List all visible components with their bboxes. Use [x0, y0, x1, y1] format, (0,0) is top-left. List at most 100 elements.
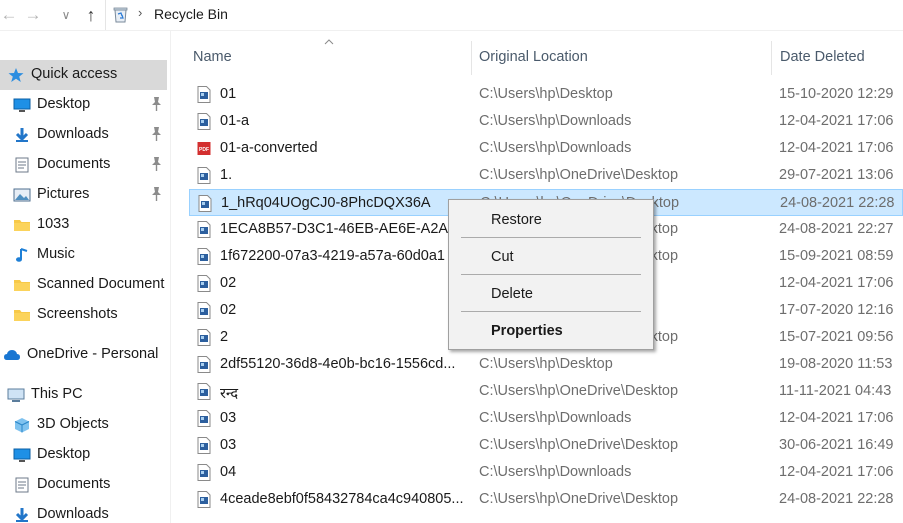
sidebar-item-scanned-document[interactable]: Scanned Document — [0, 270, 167, 300]
sidebar-item-pictures[interactable]: Pictures — [0, 180, 167, 210]
file-date-deleted: 30-06-2021 16:49 — [779, 437, 894, 453]
file-row[interactable]: 4ceade8ebf0f58432784ca4c940805... C:\User… — [189, 486, 903, 513]
menu-separator — [461, 274, 641, 275]
file-name: 01-a — [220, 113, 250, 129]
file-original-location: C:\Users\hp\Desktop — [479, 86, 613, 102]
file-row[interactable]: 01 C:\Users\hp\Desktop 15-10-2020 12:29 — [189, 81, 903, 108]
sidebar-item-documents[interactable]: Documents — [0, 470, 167, 500]
menu-item-properties[interactable]: Properties — [450, 317, 652, 345]
file-date-deleted: 11-11-2021 04:43 — [779, 383, 892, 399]
sidebar-item-3d-objects[interactable]: 3D Objects — [0, 410, 167, 440]
pictures-icon — [13, 187, 31, 203]
download-icon — [13, 507, 31, 523]
address-bar-area: ← → ∨ ↑ › Recycle Bin — [0, 0, 903, 31]
sidebar-item-desktop[interactable]: Desktop — [0, 440, 167, 470]
file-name: 1. — [220, 167, 233, 183]
cloud-icon — [3, 347, 21, 363]
image-file-icon — [197, 464, 211, 481]
pin-icon[interactable] — [149, 126, 163, 142]
recycle-bin-icon — [113, 7, 128, 23]
file-date-deleted: 15-09-2021 08:59 — [779, 248, 894, 264]
file-name: 02 — [220, 302, 237, 318]
sidebar-item-label: Documents — [37, 476, 111, 492]
file-date-deleted: 24-08-2021 22:27 — [779, 221, 894, 237]
breadcrumb-recycle-bin[interactable]: Recycle Bin — [154, 6, 228, 22]
folder-icon — [13, 307, 31, 323]
context-menu: Restore Cut Delete Properties — [448, 199, 654, 350]
sidebar-item-documents[interactable]: Documents — [0, 150, 167, 180]
file-original-location: C:\Users\hp\Downloads — [479, 410, 632, 426]
sidebar-item-1033[interactable]: 1033 — [0, 210, 167, 240]
up-button[interactable]: ↑ — [80, 4, 102, 26]
sidebar-item-label: Desktop — [37, 96, 91, 112]
pdf-file-icon: PDF — [197, 140, 211, 157]
file-row[interactable]: PDF 01-a-converted C:\Users\hp\Downloads 12… — [189, 135, 903, 162]
file-row[interactable]: 01-a C:\Users\hp\Downloads 12-04-2021 17:0… — [189, 108, 903, 135]
file-name: 1f672200-07a3-4219-a57a-60d0a1 — [220, 248, 445, 264]
sidebar-item-desktop[interactable]: Desktop — [0, 90, 167, 120]
folder-icon — [13, 277, 31, 293]
file-date-deleted: 24-08-2021 22:28 — [780, 195, 895, 211]
file-original-location: C:\Users\hp\OneDrive\Desktop — [479, 491, 679, 507]
column-divider[interactable] — [471, 41, 472, 75]
file-date-deleted: 12-04-2021 17:06 — [779, 464, 894, 480]
column-header-original-location[interactable]: Original Location — [479, 49, 588, 65]
menu-item-restore[interactable]: Restore — [450, 206, 652, 234]
file-name: 2df55120-36d8-4e0b-bc16-1556cd... — [220, 356, 456, 372]
image-file-icon — [198, 195, 212, 212]
file-name: 01 — [220, 86, 237, 102]
pin-icon[interactable] — [149, 186, 163, 202]
menu-item-cut[interactable]: Cut — [450, 243, 652, 271]
file-row[interactable]: 1. C:\Users\hp\OneDrive\Desktop 29-07-2021… — [189, 162, 903, 189]
file-name: 02 — [220, 275, 237, 291]
pin-icon[interactable] — [149, 96, 163, 112]
file-row[interactable]: 04 C:\Users\hp\Downloads 12-04-2021 17:06 — [189, 459, 903, 486]
menu-item-delete[interactable]: Delete — [450, 280, 652, 308]
sidebar-item-screenshots[interactable]: Screenshots — [0, 300, 167, 330]
file-name: 01-a-converted — [220, 140, 318, 156]
sidebar-item-downloads[interactable]: Downloads — [0, 500, 167, 523]
sidebar-item-music[interactable]: Music — [0, 240, 167, 270]
image-file-icon — [197, 491, 211, 508]
file-date-deleted: 15-07-2021 09:56 — [779, 329, 894, 345]
file-row[interactable]: 2df55120-36d8-4e0b-bc16-1556cd... C:\User… — [189, 351, 903, 378]
sort-ascending-icon — [324, 39, 334, 45]
computer-icon — [7, 387, 25, 403]
music-icon — [13, 247, 31, 263]
documents-icon — [13, 157, 31, 173]
file-date-deleted: 12-04-2021 17:06 — [779, 275, 894, 291]
sidebar-item-this-pc[interactable]: This PC — [0, 380, 167, 410]
column-header-date-deleted[interactable]: Date Deleted — [780, 49, 865, 65]
svg-text:PDF: PDF — [199, 147, 209, 153]
column-header-name[interactable]: Name — [193, 49, 232, 65]
file-original-location: C:\Users\hp\Downloads — [479, 464, 632, 480]
recent-locations-button[interactable]: ∨ — [55, 4, 77, 26]
image-file-icon — [197, 356, 211, 373]
sidebar-item-quick-access[interactable]: Quick access — [0, 60, 167, 90]
column-divider[interactable] — [771, 41, 772, 75]
file-row[interactable]: 03 C:\Users\hp\OneDrive\Desktop 30-06-2021… — [189, 432, 903, 459]
breadcrumb-separator[interactable]: › — [138, 5, 142, 20]
image-file-icon — [197, 329, 211, 346]
back-button[interactable]: ← — [0, 4, 20, 26]
image-file-icon — [197, 383, 211, 400]
address-bar[interactable]: › Recycle Bin — [105, 0, 903, 30]
forward-button[interactable]: → — [22, 4, 44, 26]
image-file-icon — [197, 437, 211, 454]
file-date-deleted: 12-04-2021 17:06 — [779, 113, 894, 129]
file-date-deleted: 15-10-2020 12:29 — [779, 86, 894, 102]
file-name: 2 — [220, 329, 229, 345]
sidebar-item-label: Downloads — [37, 506, 109, 522]
file-row[interactable]: 03 C:\Users\hp\Downloads 12-04-2021 17:06 — [189, 405, 903, 432]
menu-item-label: Cut — [491, 249, 514, 265]
sidebar-item-label: Desktop — [37, 446, 91, 462]
sidebar-item-onedrive-personal[interactable]: OneDrive - Personal — [0, 340, 167, 370]
pin-icon[interactable] — [149, 156, 163, 172]
folder-icon — [13, 217, 31, 233]
image-file-icon — [197, 221, 211, 238]
file-date-deleted: 17-07-2020 12:16 — [779, 302, 894, 318]
sidebar-item-downloads[interactable]: Downloads — [0, 120, 167, 150]
desktop-icon — [13, 97, 31, 113]
file-row[interactable]: रन्द C:\Users\hp\OneDrive\Desktop 11-11-20… — [189, 378, 903, 405]
file-date-deleted: 24-08-2021 22:28 — [779, 491, 894, 507]
